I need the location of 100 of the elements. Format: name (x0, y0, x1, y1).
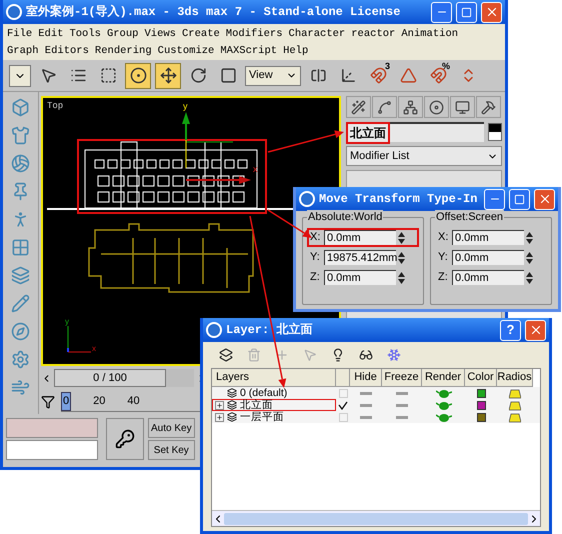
panel-tab[interactable] (398, 96, 423, 118)
layer-tool-button[interactable] (219, 348, 233, 362)
spinner-arrows-icon[interactable] (526, 270, 533, 284)
column-header[interactable]: Freeze (382, 369, 422, 387)
checkbox[interactable] (338, 388, 348, 398)
color-swatch[interactable] (476, 412, 486, 422)
toolbar-button[interactable] (155, 62, 181, 88)
axis-label: Z: (438, 270, 449, 286)
checkbox[interactable] (338, 412, 348, 422)
column-header[interactable]: Render (422, 369, 465, 387)
scroll-thumb[interactable] (224, 512, 528, 524)
close-button[interactable] (481, 2, 502, 22)
expand-icon[interactable] (215, 400, 224, 410)
delete-icon (247, 348, 261, 362)
panel-tab[interactable] (424, 96, 449, 118)
circle-dot-icon (130, 67, 146, 84)
snowflake-icon (387, 348, 401, 362)
spinner-arrows-icon[interactable] (526, 250, 533, 264)
layer-name-cell[interactable]: 北立面 (212, 399, 336, 411)
menu-item[interactable]: File (7, 26, 32, 42)
time-slider-track[interactable]: 0 / 100 (54, 369, 194, 387)
status-field[interactable] (6, 440, 98, 460)
menu-item[interactable]: Views (144, 26, 176, 42)
toolbar-button[interactable]: % (425, 62, 451, 88)
column-header[interactable]: Color (465, 369, 497, 387)
dash-icon[interactable] (396, 392, 408, 394)
current-frame-marker[interactable]: 0 (61, 392, 72, 411)
horizontal-scrollbar[interactable] (212, 510, 540, 526)
menu-item[interactable]: Customize (158, 44, 214, 60)
number-field[interactable]: 0.0mm (324, 270, 396, 285)
stack-icon (11, 266, 30, 285)
maximize-button[interactable] (509, 188, 530, 210)
panel-tab[interactable] (476, 96, 501, 118)
close-button[interactable] (525, 320, 546, 340)
minimize-button[interactable] (431, 2, 452, 22)
time-slider-thumb[interactable]: 0 / 100 (54, 369, 166, 387)
dash-icon[interactable] (360, 404, 372, 406)
column-header[interactable]: Radios (497, 369, 533, 387)
menu-item[interactable]: Character (288, 26, 346, 42)
menu-item[interactable]: Edit (38, 26, 64, 42)
dash-icon[interactable] (396, 404, 408, 406)
dash-icon[interactable] (360, 416, 372, 418)
checkmark-icon[interactable] (338, 400, 348, 410)
filter-dropdown[interactable] (9, 64, 31, 86)
layer-tool-button[interactable] (359, 348, 373, 362)
axis-label: y (183, 101, 188, 111)
close-button[interactable] (534, 188, 555, 210)
help-button[interactable]: ? (500, 320, 521, 340)
minimize-button[interactable] (484, 188, 505, 210)
teapot-icon[interactable] (436, 388, 452, 398)
number-field[interactable]: 0.0mm (452, 230, 524, 245)
monitor-icon (455, 100, 470, 114)
number-field[interactable]: 0.0mm (452, 270, 524, 285)
color-swatch[interactable] (476, 388, 486, 398)
snap-label: % (442, 62, 450, 70)
color-swatch[interactable] (476, 400, 486, 410)
menu-item[interactable]: Help (283, 44, 308, 60)
key-mode-button[interactable] (106, 418, 144, 460)
spinner-arrows-icon[interactable] (398, 270, 405, 284)
menu-item[interactable]: Rendering (94, 44, 152, 60)
spinner-arrows-icon[interactable] (526, 230, 533, 244)
maximize-button[interactable] (456, 2, 477, 22)
menu-item[interactable]: Tools (69, 26, 101, 42)
auto-key-button[interactable]: Auto Key (148, 418, 195, 438)
object-name-field[interactable]: 北立面 (346, 122, 484, 142)
column-header[interactable]: Layers (212, 369, 336, 387)
number-field[interactable]: 0.0mm (452, 250, 524, 265)
spinner-arrows-icon[interactable] (398, 230, 405, 244)
menu-item[interactable]: Animation (401, 26, 458, 42)
menu-item[interactable]: MAXScript (220, 44, 278, 60)
toolbar-button[interactable] (125, 62, 151, 88)
menu-item[interactable]: Group (106, 26, 138, 42)
expand-icon[interactable] (215, 412, 224, 422)
layer-tool-button[interactable] (331, 348, 345, 362)
panel-tab[interactable] (346, 96, 371, 118)
panel-tab[interactable] (372, 96, 397, 118)
dash-icon[interactable] (360, 392, 372, 394)
status-field[interactable] (6, 418, 98, 438)
menu-item[interactable]: reactor (351, 26, 396, 42)
color-swatch[interactable] (488, 123, 502, 141)
column-header[interactable]: Hide (350, 369, 382, 387)
set-key-button[interactable]: Set Key (148, 440, 195, 460)
teapot-icon[interactable] (436, 412, 452, 422)
teapot-icon[interactable] (436, 400, 452, 410)
menu-item[interactable]: Graph Editors (7, 44, 89, 60)
number-field[interactable]: 0.0mm (324, 230, 396, 245)
panel-tab[interactable] (450, 96, 475, 118)
axis-label: Z: (310, 270, 321, 286)
grid-icon (11, 238, 30, 257)
column-header[interactable] (336, 369, 350, 387)
menu-item[interactable]: Create (182, 26, 220, 42)
pointer-icon (303, 348, 317, 362)
number-field[interactable]: 19875.412mm (324, 250, 396, 265)
key-filter-icon (41, 395, 55, 409)
toolbar-button[interactable]: 3 (365, 62, 391, 88)
modifier-list-dropdown[interactable]: Modifier List (346, 146, 502, 166)
reference-dropdown[interactable]: View (245, 66, 301, 86)
dash-icon[interactable] (396, 416, 408, 418)
menu-item[interactable]: Modifiers (226, 26, 283, 42)
spinner-arrows-icon[interactable] (398, 250, 405, 264)
